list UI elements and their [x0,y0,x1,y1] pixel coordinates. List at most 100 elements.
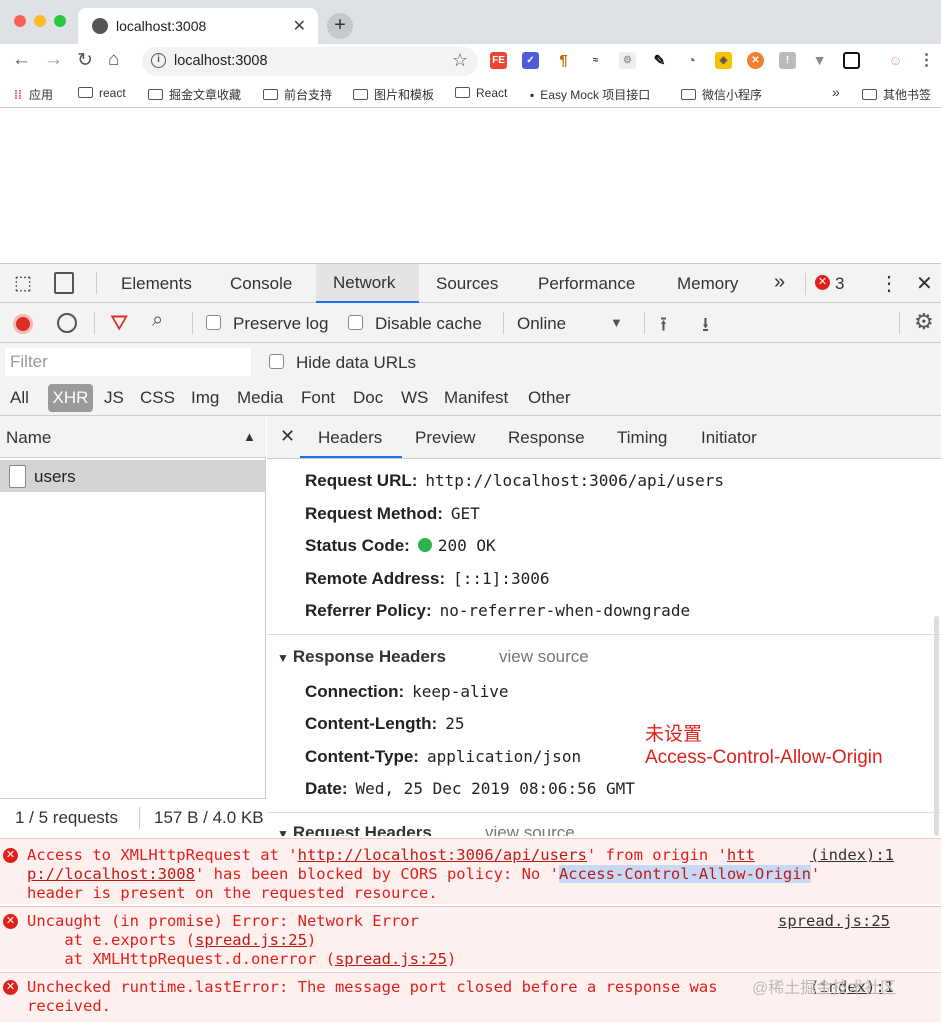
close-tab-icon[interactable]: ✕ [293,16,306,36]
filter-xhr[interactable]: XHR [48,384,93,412]
tab-memory[interactable]: Memory [677,274,738,294]
clear-icon[interactable] [57,313,77,333]
forward-icon[interactable]: → [44,49,63,71]
filter-all[interactable]: All [10,388,29,408]
import-har-icon[interactable]: ⭱ [660,310,667,344]
bookmark-star-icon[interactable]: ☆ [452,50,468,71]
connection-row: Connection: keep-alive [305,682,509,701]
record-button[interactable] [13,314,33,334]
tab-sources[interactable]: Sources [436,274,498,294]
throttling-select[interactable]: Online [517,314,566,334]
bookmark-folder-other[interactable]: 其他书签 [862,86,931,103]
browser-tab[interactable]: localhost:3008 ✕ [78,8,318,44]
maximize-window-button[interactable] [54,15,66,27]
tab-timing[interactable]: Timing [617,428,667,448]
close-detail-icon[interactable]: ✕ [280,426,295,447]
minimize-window-button[interactable] [34,15,46,27]
tab-network[interactable]: Network [316,264,419,303]
extension-icon[interactable]: ◈ [715,52,732,69]
scrollbar[interactable] [934,616,939,836]
preserve-log-checkbox[interactable] [206,315,221,330]
bookmark-folder[interactable]: react [78,86,126,100]
profile-icon[interactable]: ☺ [887,52,904,69]
info-icon[interactable]: i [151,53,166,68]
apps-grid-icon: ⁞⁞ [14,88,22,102]
view-source-link[interactable]: view source [485,823,575,836]
filter-doc[interactable]: Doc [353,388,383,408]
filter-ws[interactable]: WS [401,388,428,408]
tab-elements[interactable]: Elements [121,274,192,294]
filter-font[interactable]: Font [301,388,335,408]
error-count[interactable]: 3 [835,274,844,294]
search-icon[interactable]: ⌕ [152,309,163,332]
fe-extension-icon[interactable]: FE [490,52,507,69]
bookmarks-bar: ⁞⁞ 应用 react 掘金文章收藏 前台支持 图片和模板 React ▪ Easy… [0,78,941,108]
filter-manifest[interactable]: Manifest [444,388,508,408]
bookmark-folder[interactable]: 掘金文章收藏 [148,86,241,103]
tab-initiator[interactable]: Initiator [701,428,757,448]
request-method-row: Request Method: GET [305,504,480,523]
request-url-link[interactable]: http://localhost:3006/api/users [298,846,587,864]
hide-data-urls-checkbox[interactable] [269,354,284,369]
close-devtools-icon[interactable]: ✕ [916,271,933,296]
filter-css[interactable]: CSS [140,388,175,408]
home-icon[interactable]: ⌂ [108,49,119,71]
device-toolbar-icon[interactable] [54,272,74,294]
filter-media[interactable]: Media [237,388,283,408]
response-headers-section[interactable]: ▼ Response Headers [277,647,446,667]
folder-icon [263,89,278,100]
extension-icon[interactable]: ✎ [651,52,668,69]
bookmark-apps[interactable]: ⁞⁞ 应用 [14,86,53,103]
tab-preview[interactable]: Preview [415,428,475,448]
reload-icon[interactable]: ↻ [77,49,93,72]
more-tabs-button[interactable]: » [774,271,785,294]
bookmark-easy-mock[interactable]: ▪ Easy Mock 项目接口 [530,86,650,103]
bookmarks-overflow[interactable]: » [832,84,840,100]
pilcrow-extension-icon[interactable]: ¶ [555,52,572,69]
stack-link[interactable]: spread.js:25 [335,950,447,968]
extension-icon[interactable]: ◔ [683,52,700,69]
close-window-button[interactable] [14,15,26,27]
request-headers-section[interactable]: ▼ Request Headers [277,823,432,836]
inspect-element-icon[interactable]: ⬚ [14,272,32,295]
network-filter-bar: Filter Hide data URLs All XHR JS CSS Img… [0,343,941,416]
stack-link[interactable]: spread.js:25 [195,931,307,949]
filter-other[interactable]: Other [528,388,571,408]
menu-icon[interactable]: ⋮ [918,52,935,69]
extension-icon[interactable]: ≈ [587,52,604,69]
bookmark-folder[interactable]: 微信小程序 [681,86,762,103]
new-tab-button[interactable]: + [327,13,353,39]
filter-input[interactable]: Filter [5,348,251,376]
filter-icon[interactable]: ⛛ [110,310,128,336]
filter-img[interactable]: Img [191,388,219,408]
origin-link[interactable]: p://localhost:3008 [27,865,195,883]
disable-cache-checkbox[interactable] [348,315,363,330]
source-link-index[interactable]: (index):1 [810,846,894,864]
tab-response[interactable]: Response [508,428,585,448]
extension-icon[interactable]: ! [779,52,796,69]
address-bar[interactable]: i localhost:3008 ☆ [142,47,478,76]
tab-headers[interactable]: Headers [300,416,402,458]
export-har-icon[interactable]: ⭳ [702,310,709,344]
tab-performance[interactable]: Performance [538,274,635,294]
request-row[interactable]: users [0,460,266,492]
highlighted-header: Access-Control-Allow-Origin [558,865,811,883]
name-column-header[interactable]: Name ▲ [0,416,266,458]
extension-icon[interactable]: ⚙ [619,52,636,69]
back-icon[interactable]: ← [12,49,31,71]
extension-icon[interactable]: ✓ [522,52,539,69]
error-icon[interactable]: ✕ [815,275,830,290]
filter-js[interactable]: JS [104,388,124,408]
extension-icon[interactable] [843,52,860,69]
settings-gear-icon[interactable]: ⚙ [914,309,934,335]
chevron-down-icon[interactable]: ▼ [610,315,623,330]
bookmark-folder[interactable]: 前台支持 [263,86,332,103]
devtools-menu-icon[interactable]: ⋮ [879,271,899,296]
bookmark-folder[interactable]: React [455,86,507,100]
extension-icon[interactable]: ✕ [747,52,764,69]
view-source-link[interactable]: view source [499,647,589,667]
tab-console[interactable]: Console [230,274,292,294]
extension-icon[interactable]: ▼ [811,52,828,69]
source-link-spread[interactable]: spread.js:25 [778,912,890,930]
bookmark-folder[interactable]: 图片和模板 [353,86,434,103]
